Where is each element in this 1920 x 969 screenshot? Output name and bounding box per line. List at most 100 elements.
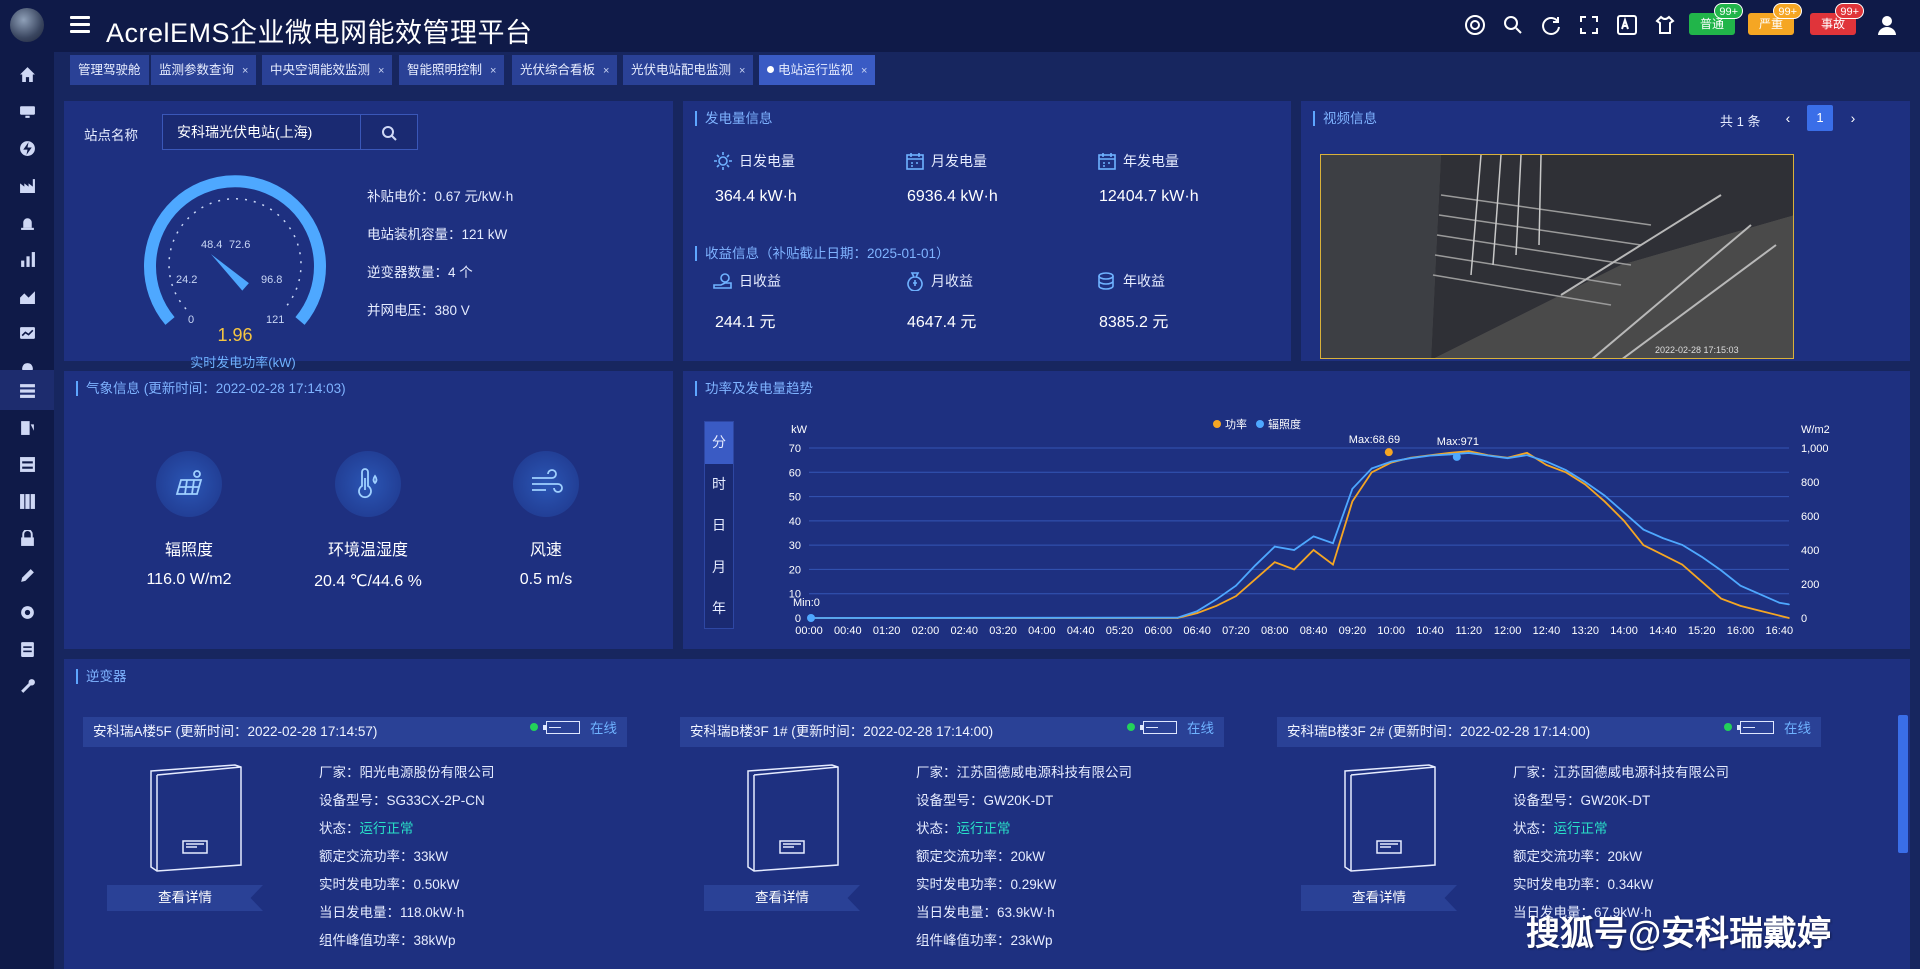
data-point [1662,554,1664,556]
granularity-year[interactable]: 年 [705,588,733,630]
yearly-revenue-value: 8385.2 元 [1099,314,1169,331]
view-details-button[interactable]: 查看详情 [704,885,860,911]
close-icon[interactable]: × [739,65,745,77]
cabinet-icon[interactable] [0,444,54,484]
money-bag-icon [907,272,923,291]
energy-icon[interactable] [0,128,54,168]
alarm-serious-button[interactable]: 严重 99+ [1748,3,1802,35]
y2-axis-label: W/m2 [1801,424,1830,436]
search-icon[interactable] [1502,14,1524,36]
tab-cockpit[interactable]: 管理驾驶舱 [70,55,149,85]
data-point [1273,561,1276,563]
daily-generation-label: 日发电量 [713,151,795,171]
next-page-button[interactable]: › [1840,105,1866,131]
tab-lighting[interactable]: 智能照明控制 × [399,55,505,85]
view-details-button[interactable]: 查看详情 [107,885,263,911]
y-axis-label: kW [791,424,808,436]
tab-param-query[interactable]: 监测参数查询 × [151,55,257,85]
data-point [1370,467,1373,470]
tab-hvac[interactable]: 中央空调能效监测 × [262,55,393,85]
fullscreen-icon[interactable] [1578,14,1600,36]
data-point [1603,494,1606,497]
charging-pile-icon[interactable] [0,407,54,447]
factory-icon[interactable] [0,165,54,205]
station-select[interactable]: 安科瑞光伏电站(上海) [162,114,374,150]
field-peak-power: 组件峰值功率：23kWp [916,933,1053,948]
data-point [1681,544,1684,546]
data-point [1739,605,1742,607]
tab-pv-distribution[interactable]: 光伏电站配电监测 × [623,55,754,85]
yearly-generation-label: 年发电量 [1097,151,1179,171]
alarm-normal-label: 普通 [1699,17,1724,31]
close-icon[interactable]: × [861,65,867,77]
alarm-light-icon[interactable] [0,202,54,242]
page-number-button[interactable]: 1 [1807,105,1833,131]
field-realtime-power: 实时发电功率：0.34kW [1513,877,1654,892]
edit-icon[interactable] [0,555,54,595]
close-icon[interactable]: × [242,65,248,77]
data-point [1370,471,1373,474]
field-realtime-power: 实时发电功率：0.29kW [916,877,1057,892]
data-point [1788,603,1790,606]
sidebar [0,0,54,969]
server-rack-icon[interactable] [0,481,54,521]
skin-icon[interactable] [1654,14,1676,36]
max-power-marker [1384,448,1393,457]
x-tick-label: 14:40 [1649,625,1677,637]
x-tick-label: 06:40 [1183,625,1211,637]
tab-bar: 管理驾驶舱 监测参数查询 × 中央空调能效监测 × 智能照明控制 × 光伏综合看板 × … [54,52,1920,86]
x-tick-label: 10:40 [1416,625,1444,637]
translate-icon[interactable] [1616,14,1638,36]
tab-pv-dashboard[interactable]: 光伏综合看板 × [512,55,618,85]
y2-tick-label: 200 [1801,579,1819,591]
avatar[interactable] [10,8,44,42]
prev-page-button[interactable]: ‹ [1775,105,1801,131]
area-chart-icon[interactable] [0,276,54,316]
granularity-minute[interactable]: 分 [705,422,733,464]
user-icon[interactable] [1876,14,1898,36]
x-tick-label: 15:20 [1688,625,1716,637]
close-icon[interactable]: × [378,65,384,77]
home-icon[interactable] [0,54,54,94]
view-details-button[interactable]: 查看详情 [1301,885,1457,911]
revenue-title: 收益信息（补贴截止日期：2025-01-01） [695,246,950,261]
monthly-generation-value: 6936.4 kW·h [907,188,998,205]
grid-dashboard-icon[interactable] [0,370,54,410]
field-status: 状态：运行正常 [1513,821,1608,836]
tools-icon[interactable] [0,666,54,706]
hamburger-menu-icon[interactable] [70,16,90,34]
alarm-accident-button[interactable]: 事故 99+ [1810,3,1864,35]
x-tick-label: 13:20 [1571,625,1599,637]
bar-chart-icon[interactable] [0,239,54,279]
alarm-normal-button[interactable]: 普通 99+ [1689,3,1743,35]
tab-label: 中央空调能效监测 [270,63,371,77]
field-model: 设备型号：SG33CX-2P-CN [319,793,485,808]
tab-station-monitor[interactable]: 电站运行监视 × [759,55,876,85]
granularity-month[interactable]: 月 [705,547,733,589]
granularity-day[interactable]: 日 [705,505,733,547]
granularity-hour[interactable]: 时 [705,464,733,506]
inverter-scrollbar[interactable] [1898,715,1908,853]
alarm-accident-label: 事故 [1820,17,1845,31]
y-tick-label: 40 [789,516,801,528]
data-point [1565,469,1567,471]
camera-feed[interactable]: 2022-02-28 17:15:03 [1320,154,1794,359]
min-marker [807,614,815,622]
line-chart-icon[interactable] [0,313,54,353]
field-daily-generation: 当日发电量：118.0kW·h [319,905,465,920]
refresh-icon[interactable] [1540,14,1562,36]
settings-gear-icon[interactable] [0,592,54,632]
monitor-icon[interactable] [0,91,54,131]
help-ring-icon[interactable] [1464,14,1486,36]
video-total: 共 1 条 [1720,114,1761,129]
data-point [1584,481,1587,483]
close-icon[interactable]: × [490,65,496,77]
security-lock-icon[interactable] [0,518,54,558]
close-icon[interactable]: × [603,65,609,77]
data-point [1565,471,1567,474]
document-icon[interactable] [0,629,54,669]
solar-panel-icon [156,451,222,517]
station-search-button[interactable] [360,114,418,150]
gauge-tick: 24.2 [176,274,197,286]
y-tick-label: 0 [795,613,801,625]
